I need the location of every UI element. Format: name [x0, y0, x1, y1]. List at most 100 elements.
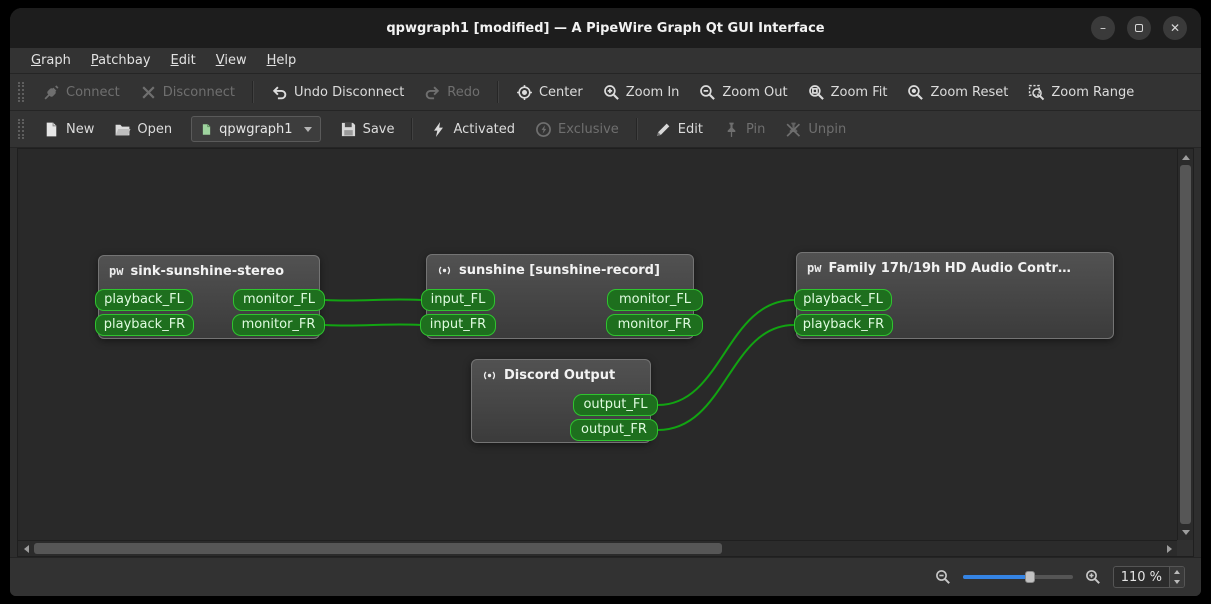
undo-label: Undo Disconnect — [293, 84, 405, 100]
toolbar-separator — [496, 81, 499, 103]
port-output-fr[interactable]: output_FR — [570, 419, 658, 441]
zoom-in-label: Zoom In — [625, 84, 680, 100]
zoom-slider-fill — [962, 575, 1029, 579]
redo-icon — [424, 84, 441, 101]
new-file-icon — [43, 121, 60, 138]
toolbar-drag-handle[interactable] — [18, 119, 24, 139]
arrow-right-icon — [1166, 545, 1172, 553]
stream-icon — [482, 368, 497, 383]
zoom-out-button[interactable]: Zoom Out — [690, 79, 796, 106]
toolbar-separator — [411, 118, 414, 140]
port-input-fl[interactable]: input_FL — [421, 289, 495, 311]
center-icon — [516, 84, 533, 101]
zoom-reset-label: Zoom Reset — [930, 84, 1009, 100]
open-button[interactable]: Open — [105, 116, 181, 143]
new-button[interactable]: New — [34, 116, 103, 143]
save-button[interactable]: Save — [331, 116, 404, 143]
menu-graph[interactable]: Graph — [22, 50, 80, 71]
port-playback-fl[interactable]: playback_FL — [95, 289, 193, 311]
port-monitor-fl[interactable]: monitor_FL — [607, 289, 703, 311]
spin-up-button[interactable] — [1170, 567, 1184, 577]
horizontal-scrollbar[interactable] — [18, 540, 1177, 556]
minimize-icon: – — [1100, 21, 1106, 35]
menu-view[interactable]: View — [207, 50, 256, 71]
connect-icon — [43, 84, 60, 101]
port-playback-fl[interactable]: playback_FL — [794, 289, 892, 311]
port-monitor-fl[interactable]: monitor_FL — [233, 289, 325, 311]
scroll-up-button[interactable] — [1178, 149, 1194, 165]
minimize-button[interactable]: – — [1091, 16, 1115, 40]
zoom-slider-handle[interactable] — [1024, 571, 1035, 583]
pipewire-icon: pw — [807, 261, 822, 275]
zoom-slider[interactable] — [962, 570, 1073, 584]
scroll-right-button[interactable] — [1161, 541, 1177, 557]
zoom-reset-button[interactable]: Zoom Reset — [898, 79, 1017, 106]
graph-canvas[interactable]: pw sink-sunshine-stereo playback_FL play… — [18, 149, 1177, 540]
port-output-fl[interactable]: output_FL — [573, 394, 658, 416]
cable[interactable] — [324, 323, 422, 327]
menu-patchbay[interactable]: Patchbay — [82, 50, 160, 71]
zoom-spinbox[interactable]: 110 % — [1112, 566, 1185, 588]
open-label: Open — [137, 121, 173, 137]
pipewire-icon: pw — [109, 264, 124, 278]
cable-layer — [324, 298, 795, 431]
patchbay-toolbar: New Open qpwgraph1 Save Activated Exclus… — [10, 111, 1201, 148]
save-label: Save — [362, 121, 395, 137]
zoom-range-button[interactable]: Zoom Range — [1019, 79, 1143, 106]
port-monitor-fr[interactable]: monitor_FR — [606, 314, 703, 336]
undo-disconnect-button[interactable]: Undo Disconnect — [262, 79, 413, 106]
spin-down-button[interactable] — [1170, 577, 1184, 587]
pin-button[interactable]: Pin — [714, 116, 774, 143]
toolbar-drag-handle[interactable] — [18, 82, 24, 102]
menu-help[interactable]: Help — [258, 50, 306, 71]
scroll-down-button[interactable] — [1178, 524, 1194, 540]
activated-bolt-icon — [430, 121, 447, 138]
new-label: New — [66, 121, 95, 137]
menu-edit[interactable]: Edit — [162, 50, 205, 71]
graph-canvas-frame: pw sink-sunshine-stereo playback_FL play… — [17, 148, 1194, 557]
graph-toolbar: Connect Disconnect Undo Disconnect Redo … — [10, 74, 1201, 111]
horizontal-scroll-thumb[interactable] — [34, 543, 722, 554]
scrollbar-corner — [1177, 540, 1193, 556]
vertical-scroll-thumb[interactable] — [1180, 165, 1191, 524]
exclusive-label: Exclusive — [558, 121, 619, 137]
unpin-button[interactable]: Unpin — [776, 116, 855, 143]
redo-label: Redo — [447, 84, 480, 100]
center-button[interactable]: Center — [507, 79, 592, 106]
node-title: sink-sunshine-stereo — [130, 264, 285, 279]
save-icon — [340, 121, 357, 138]
zoom-out-icon[interactable] — [935, 569, 951, 585]
vertical-scrollbar[interactable] — [1177, 149, 1193, 540]
zoom-spin-buttons — [1169, 567, 1184, 587]
exclusive-button[interactable]: Exclusive — [526, 116, 628, 143]
connect-label: Connect — [66, 84, 120, 100]
port-playback-fr[interactable]: playback_FR — [95, 314, 194, 336]
zoom-in-icon[interactable] — [1085, 569, 1101, 585]
disconnect-button[interactable]: Disconnect — [131, 79, 244, 106]
pin-label: Pin — [745, 121, 766, 137]
open-folder-icon — [114, 121, 131, 138]
port-monitor-fr[interactable]: monitor_FR — [232, 314, 325, 336]
title-bar[interactable]: qpwgraph1 [modified] — A PipeWire Graph … — [10, 8, 1201, 48]
cable[interactable] — [657, 324, 795, 431]
connect-button[interactable]: Connect — [34, 79, 129, 106]
node-title: sunshine [sunshine-record] — [459, 263, 660, 278]
edit-button[interactable]: Edit — [646, 116, 712, 143]
activated-button[interactable]: Activated — [421, 116, 524, 143]
zoom-fit-button[interactable]: Zoom Fit — [799, 79, 897, 106]
maximize-button[interactable] — [1127, 16, 1151, 40]
close-button[interactable]: ✕ — [1163, 16, 1187, 40]
patchbay-select[interactable]: qpwgraph1 — [191, 116, 321, 142]
port-input-fr[interactable]: input_FR — [420, 314, 496, 336]
node-title: Family 17h/19h HD Audio Contr… — [828, 261, 1071, 276]
scroll-left-button[interactable] — [18, 541, 34, 557]
zoom-out-icon — [699, 84, 716, 101]
activated-label: Activated — [453, 121, 516, 137]
port-playback-fr[interactable]: playback_FR — [794, 314, 893, 336]
zoom-in-button[interactable]: Zoom In — [594, 79, 689, 106]
patchbay-file-icon — [200, 123, 213, 136]
cable[interactable] — [324, 298, 422, 302]
redo-button[interactable]: Redo — [415, 79, 489, 106]
arrow-down-icon — [1174, 580, 1180, 584]
disconnect-icon — [140, 84, 157, 101]
